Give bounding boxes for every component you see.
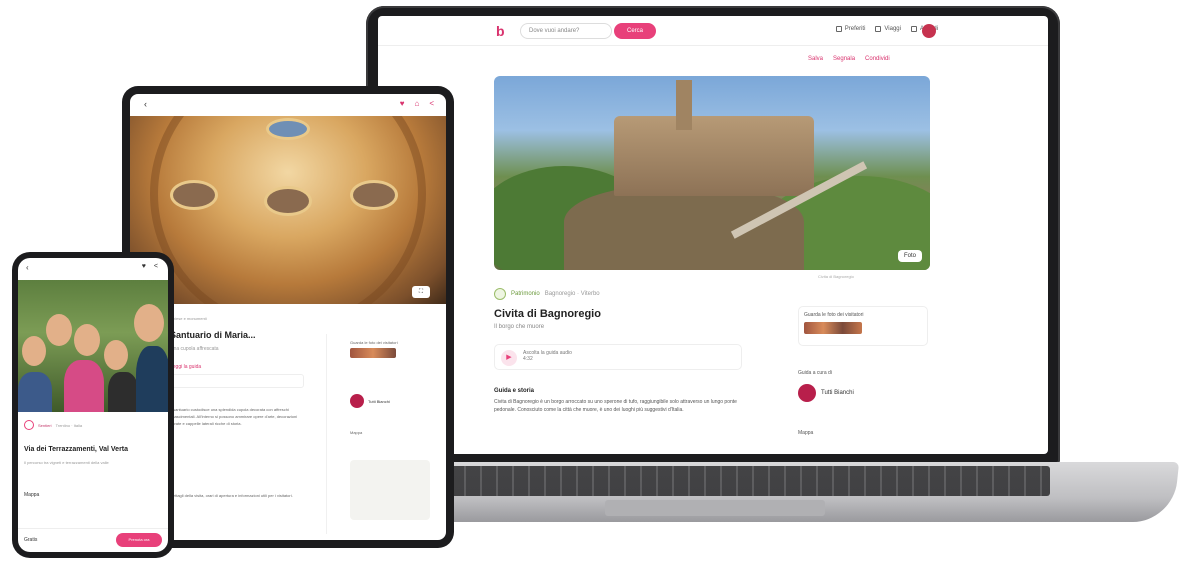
visitor-photos-label: Guarda le foto dei visitatori: [804, 312, 864, 318]
nav-item-trips[interactable]: Viaggi: [875, 26, 901, 32]
laptop-trackpad: [605, 500, 825, 516]
share-button[interactable]: Condividi: [865, 56, 890, 62]
topbar: b Dove vuoi andare? Cerca Preferiti Viag…: [378, 16, 1048, 46]
phone-actions: ♥ <: [142, 263, 158, 270]
audio-label: Ascolta la guida audio 4:32: [523, 350, 572, 362]
category-row: Sentieri Trentino · Italia: [24, 420, 82, 430]
back-icon[interactable]: ‹: [26, 263, 29, 272]
expand-icon[interactable]: ⛶: [412, 286, 430, 298]
photo-credit: Civita di Bagnoregio: [818, 274, 854, 279]
description-text: Civita di Bagnoregio è un borgo arroccat…: [494, 399, 737, 413]
page-subtitle: Il borgo che muore: [494, 324, 545, 330]
bell-tower: [676, 80, 692, 130]
category-label[interactable]: Chiese e monumenti: [170, 316, 207, 321]
audio-time: 4:32: [523, 356, 533, 362]
tablet-screen: ‹ ♥ ⌂ < ⛶ Chiese e monumenti Santuario d…: [130, 94, 446, 540]
category-icon: [24, 420, 34, 430]
curator-avatar: [350, 394, 364, 408]
tablet-topbar: ‹ ♥ ⌂ <: [130, 94, 446, 116]
description-heading: Guida e storia: [494, 388, 535, 394]
audio-player[interactable]: [170, 374, 304, 388]
play-icon[interactable]: ▶: [501, 350, 517, 366]
heart-icon: [835, 26, 842, 32]
fresco-medallion: [264, 186, 312, 216]
book-button[interactable]: Prenota ora: [116, 533, 162, 547]
curator-avatar: [798, 384, 816, 402]
visitor-photos-card[interactable]: Guarda le foto dei visitatori: [350, 340, 436, 358]
face: [74, 324, 100, 356]
map-link[interactable]: Mappa: [24, 492, 39, 498]
home-icon[interactable]: ⌂: [414, 99, 419, 108]
fresco-medallion: [266, 118, 310, 140]
gallery-button[interactable]: Foto: [897, 250, 922, 262]
share-icon[interactable]: <: [154, 263, 158, 270]
visitor-photos-label: Guarda le foto dei visitatori: [350, 340, 398, 345]
nav-item-favorites[interactable]: Preferiti: [835, 26, 865, 32]
curator-row[interactable]: Tutti Bianchi: [350, 394, 390, 408]
phone-topbar: ‹ ♥ <: [18, 258, 168, 280]
laptop-screen: b Dove vuoi andare? Cerca Preferiti Viag…: [378, 16, 1048, 454]
curator-row[interactable]: Tutti Bianchi: [798, 384, 854, 402]
map-heading: Mappa: [350, 430, 363, 435]
page-title: Via dei Terrazzamenti, Val Verta: [24, 446, 129, 453]
suitcase-icon: [875, 26, 882, 32]
curator-name: Tutti Bianchi: [368, 398, 390, 404]
village: [614, 116, 814, 196]
face: [104, 340, 128, 370]
fresco-medallion: [170, 180, 218, 210]
page-title: Civita di Bagnoregio: [494, 308, 601, 320]
category-row: Patrimonio Bagnoregio · Viterbo: [494, 288, 600, 300]
search-button[interactable]: Cerca: [614, 23, 656, 39]
category-meta: Bagnoregio · Viterbo: [544, 291, 600, 297]
price-label: Gratis: [24, 537, 38, 543]
phone-screen: ‹ ♥ < Sentieri Trentino · Italia Via dei…: [18, 258, 168, 552]
person: [136, 346, 168, 412]
heart-icon[interactable]: ♥: [400, 99, 405, 108]
guide-link[interactable]: Leggi la guida: [170, 364, 201, 370]
fresco-medallion: [350, 180, 398, 210]
report-button[interactable]: Segnala: [833, 56, 855, 62]
avatar[interactable]: [922, 24, 936, 38]
hero-image[interactable]: Foto: [494, 76, 930, 270]
description-text: Il santuario custodisce una splendida cu…: [170, 407, 298, 426]
page-subtitle: Il percorso tra vigneti e terrazzamenti …: [24, 460, 109, 465]
visitor-photos-card[interactable]: Guarda le foto dei visitatori: [798, 306, 928, 346]
person: [18, 372, 52, 412]
group-photo[interactable]: [18, 280, 168, 412]
map-heading: Mappa: [798, 430, 814, 436]
heart-icon[interactable]: ♥: [142, 263, 146, 270]
laptop-keyboard: [450, 466, 1050, 496]
map-preview[interactable]: [350, 460, 430, 520]
search-input[interactable]: Dove vuoi andare?: [520, 23, 612, 39]
face: [22, 336, 46, 366]
face: [134, 304, 164, 342]
save-button[interactable]: Salva: [808, 56, 823, 62]
dome-image[interactable]: [130, 116, 446, 304]
visitor-photos-strip: [350, 348, 396, 358]
category-icon: [494, 288, 506, 300]
visit-details-text: Dettagli della visita, orari di apertura…: [170, 493, 293, 498]
category-label[interactable]: Sentieri: [38, 423, 52, 428]
page-title: Santuario di Maria...: [170, 330, 256, 340]
visitor-photos-strip: [804, 322, 862, 334]
category-label[interactable]: Patrimonio: [511, 291, 540, 297]
audio-player: ▶ Ascolta la guida audio 4:32: [494, 344, 742, 370]
logo-icon[interactable]: b: [496, 23, 510, 39]
user-icon: [910, 26, 917, 32]
category-meta: Trentino · Italia: [55, 422, 83, 428]
curator-name: Tutti Bianchi: [821, 390, 854, 396]
tufa-cliff: [564, 186, 804, 270]
curator-heading: Guida a cura di: [798, 370, 832, 376]
person: [108, 372, 138, 412]
face: [46, 314, 72, 346]
page-subtitle: Una cupola affrescata: [170, 346, 219, 352]
column-divider: [326, 334, 327, 534]
tablet-actions: ♥ ⌂ <: [400, 99, 434, 108]
person: [64, 360, 104, 412]
back-icon[interactable]: ‹: [144, 99, 147, 109]
action-bar: Salva Segnala Condividi: [808, 56, 890, 62]
booking-bar: Gratis Prenota ora: [18, 528, 168, 552]
share-icon[interactable]: <: [429, 99, 434, 108]
